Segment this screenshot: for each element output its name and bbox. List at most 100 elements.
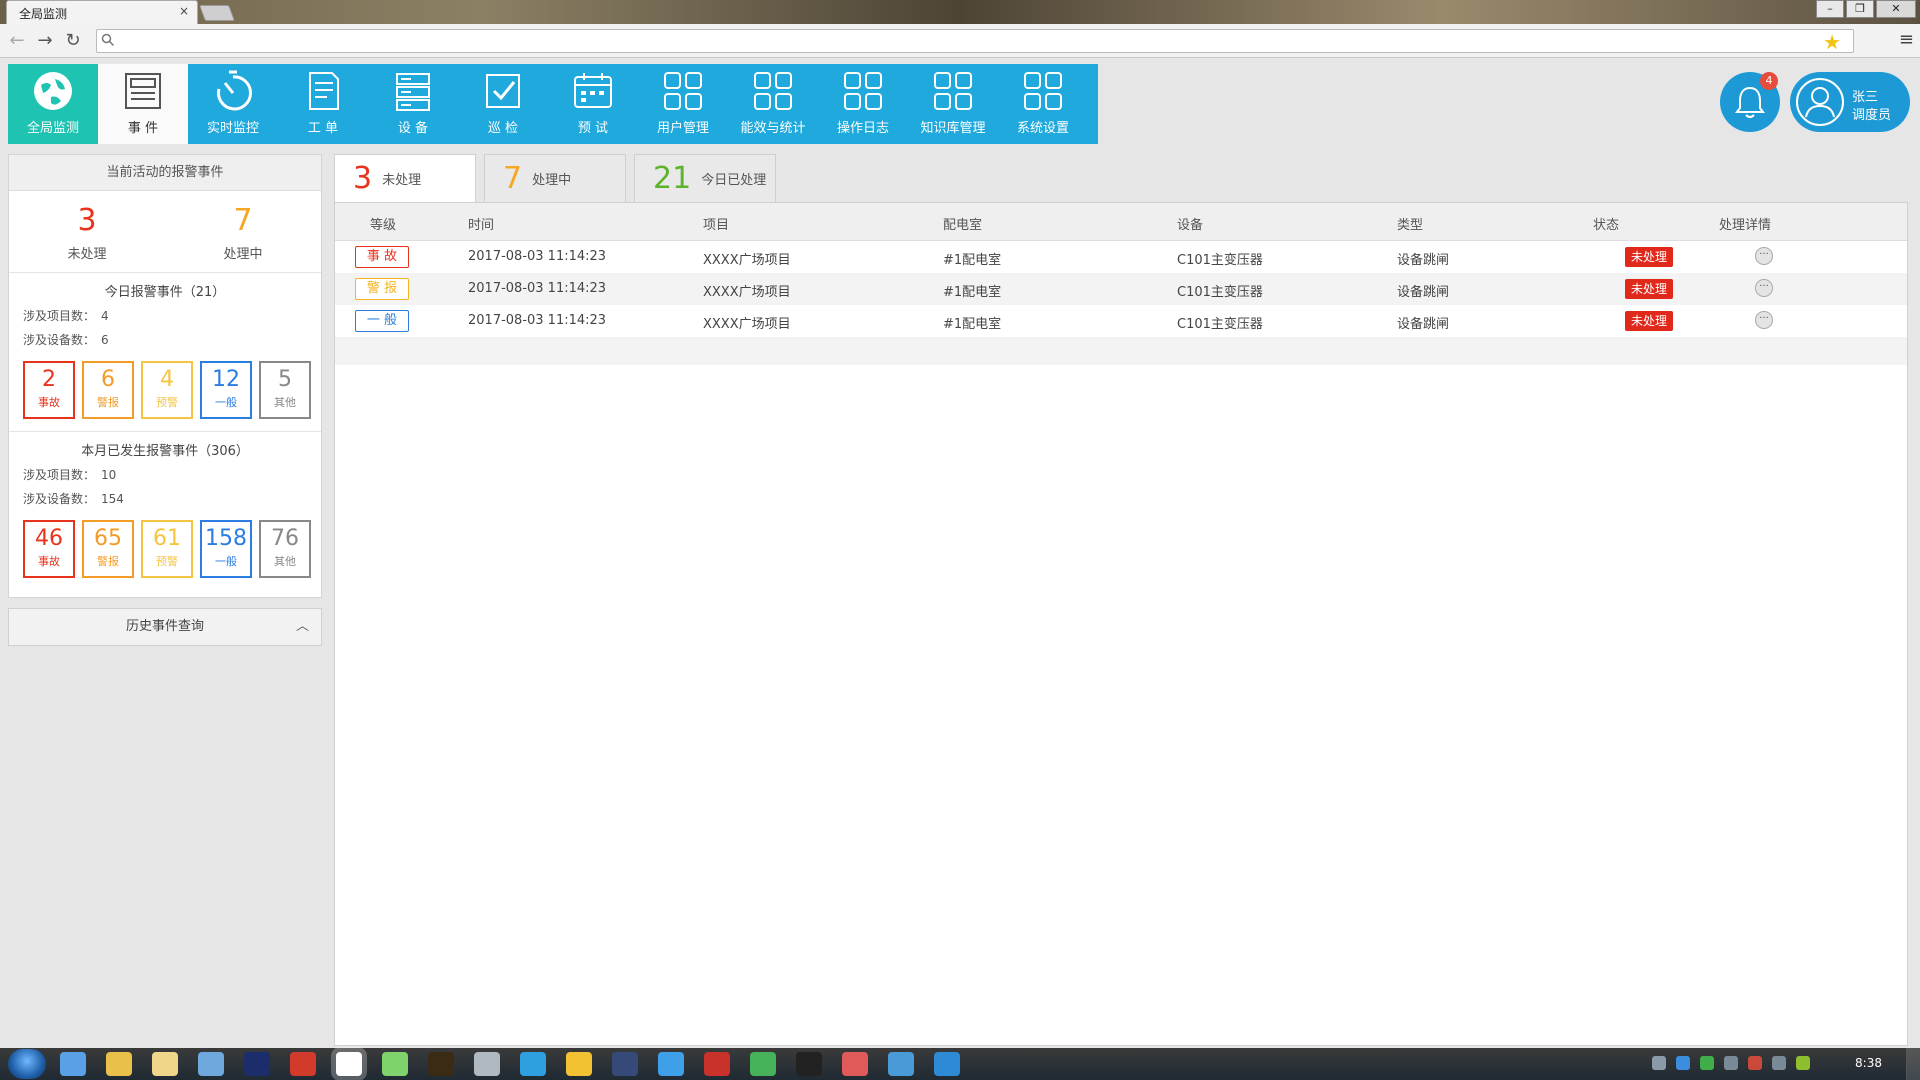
status-tab[interactable]: 3 未处理 (334, 154, 476, 202)
after-effects-icon[interactable] (474, 1052, 500, 1076)
teamviewer-icon[interactable] (934, 1052, 960, 1076)
stopwatch-icon (211, 69, 255, 113)
browser-tab[interactable]: 全局监测 × (6, 0, 198, 24)
nav-item-10[interactable]: 知识库管理 (908, 64, 998, 144)
level-box[interactable]: 2 事故 (23, 361, 75, 419)
show-desktop-button[interactable] (1906, 1048, 1920, 1080)
chrome-icon[interactable] (336, 1052, 362, 1076)
column-header[interactable]: 项目 (703, 214, 729, 233)
tray-arrow-icon[interactable] (1652, 1056, 1666, 1070)
taskbar-clock[interactable]: 8:38 (1855, 1056, 1882, 1070)
tray-security-icon[interactable] (1676, 1056, 1690, 1070)
nav-item-3[interactable]: 工 单 (278, 64, 368, 144)
level-box[interactable]: 65 警报 (82, 520, 134, 578)
status-tab[interactable]: 21 今日已处理 (634, 154, 776, 202)
minimize-button[interactable]: – (1816, 0, 1844, 18)
level-box-label: 其他 (274, 555, 296, 568)
user-menu[interactable]: 张三 调度员 (1790, 72, 1910, 132)
360-browser-icon[interactable] (566, 1052, 592, 1076)
today-level-boxes: 2 事故 6 警报 4 预警 12 一般 5 其他 (9, 361, 321, 419)
photoshop-icon[interactable] (244, 1052, 270, 1076)
nav-item-6[interactable]: 预 试 (548, 64, 638, 144)
nav-item-8[interactable]: 能效与统计 (728, 64, 818, 144)
tray-volume-icon[interactable] (1772, 1056, 1786, 1070)
column-header[interactable]: 配电室 (943, 214, 982, 233)
remote-desktop-icon[interactable] (198, 1052, 224, 1076)
column-header[interactable]: 处理详情 (1719, 214, 1771, 233)
level-box[interactable]: 6 警报 (82, 361, 134, 419)
explorer-icon[interactable] (152, 1052, 178, 1076)
ie-green-icon[interactable] (750, 1052, 776, 1076)
more-options-icon[interactable]: ··· (1755, 279, 1773, 297)
event-table-panel: 等级 时间 项目 配电室 设备 类型 状态 处理详情 事 故 2017-08-03 11:14:… (334, 202, 1908, 1046)
table-row[interactable]: 警 报 2017-08-03 11:14:23 XXXX广场项目 #1配电室 C101主… (335, 273, 1907, 305)
nav-item-11[interactable]: 系统设置 (998, 64, 1088, 144)
level-box[interactable]: 46 事故 (23, 520, 75, 578)
file-manager-icon[interactable] (60, 1052, 86, 1076)
nav-item-label: 工 单 (307, 121, 339, 136)
cinema4d-icon[interactable] (612, 1052, 638, 1076)
nav-item-2[interactable]: 实时监控 (188, 64, 278, 144)
url-input[interactable]: ★ (96, 29, 1854, 54)
cell-room: #1配电室 (943, 285, 1002, 300)
internet-explorer-icon[interactable] (658, 1052, 684, 1076)
netease-music-icon[interactable] (290, 1052, 316, 1076)
level-box[interactable]: 5 其他 (259, 361, 311, 419)
history-query-label: 历史事件查询 (125, 619, 204, 634)
tray-shield-icon[interactable] (1700, 1056, 1714, 1070)
column-header[interactable]: 类型 (1397, 214, 1423, 233)
level-box[interactable]: 61 预警 (141, 520, 193, 578)
column-header[interactable]: 等级 (370, 214, 396, 233)
more-options-icon[interactable]: ··· (1755, 311, 1773, 329)
table-row[interactable]: 事 故 2017-08-03 11:14:23 XXXX广场项目 #1配电室 C101主… (335, 241, 1907, 273)
tray-flag-icon[interactable] (1748, 1056, 1762, 1070)
map-pin-icon[interactable] (842, 1052, 868, 1076)
nav-item-5[interactable]: 巡 检 (458, 64, 548, 144)
table-row[interactable]: 一 般 2017-08-03 11:14:23 XXXX广场项目 #1配电室 C101主… (335, 305, 1907, 337)
forward-button[interactable]: → (34, 30, 56, 51)
active-counts: 3 未处理 7 处理中 (9, 191, 321, 273)
illustrator-icon[interactable] (428, 1052, 454, 1076)
calendar-icon (571, 69, 615, 113)
weibo-icon[interactable] (704, 1052, 730, 1076)
unprocessed-count[interactable]: 3 未处理 (9, 191, 165, 272)
chevron-up-icon[interactable]: ︿ (296, 609, 309, 645)
notification-button[interactable]: 4 (1720, 72, 1780, 132)
level-box[interactable]: 76 其他 (259, 520, 311, 578)
pen-tool-icon[interactable] (796, 1052, 822, 1076)
back-button[interactable]: ← (6, 30, 28, 51)
nav-item-1[interactable]: 事 件 (98, 64, 188, 144)
level-box[interactable]: 158 一般 (200, 520, 252, 578)
column-header[interactable]: 设备 (1177, 214, 1203, 233)
tab-close-icon[interactable]: × (179, 4, 189, 18)
messenger-icon[interactable] (888, 1052, 914, 1076)
tray-network-icon[interactable] (1724, 1056, 1738, 1070)
history-query-button[interactable]: 历史事件查询 ︿ (8, 608, 322, 646)
nav-item-label: 巡 检 (487, 121, 519, 136)
qq-browser-icon[interactable] (520, 1052, 546, 1076)
level-box-label: 一般 (215, 555, 237, 568)
nav-item-7[interactable]: 用户管理 (638, 64, 728, 144)
processing-count[interactable]: 7 处理中 (165, 191, 321, 272)
globe-icon (31, 69, 75, 113)
color-app-icon[interactable] (382, 1052, 408, 1076)
status-tab[interactable]: 7 处理中 (484, 154, 626, 202)
tray-app-icon[interactable] (1796, 1056, 1810, 1070)
bookmark-star-icon[interactable]: ★ (1823, 30, 1841, 54)
column-header[interactable]: 状态 (1593, 214, 1619, 233)
nav-item-4[interactable]: 设 备 (368, 64, 458, 144)
restore-button[interactable]: ❐ (1846, 0, 1874, 18)
new-tab-button[interactable] (199, 5, 235, 21)
reload-button[interactable]: ↻ (62, 30, 84, 51)
level-box[interactable]: 12 一般 (200, 361, 252, 419)
more-options-icon[interactable]: ··· (1755, 247, 1773, 265)
start-button[interactable] (8, 1049, 46, 1079)
media-player-icon[interactable] (106, 1052, 132, 1076)
window-close-button[interactable]: ✕ (1876, 0, 1916, 18)
column-header[interactable]: 时间 (468, 214, 494, 233)
nav-item-9[interactable]: 操作日志 (818, 64, 908, 144)
browser-menu-icon[interactable]: ≡ (1899, 29, 1914, 50)
cell-time: 2017-08-03 11:14:23 (468, 249, 607, 264)
level-box[interactable]: 4 预警 (141, 361, 193, 419)
nav-item-0[interactable]: 全局监测 (8, 64, 98, 144)
